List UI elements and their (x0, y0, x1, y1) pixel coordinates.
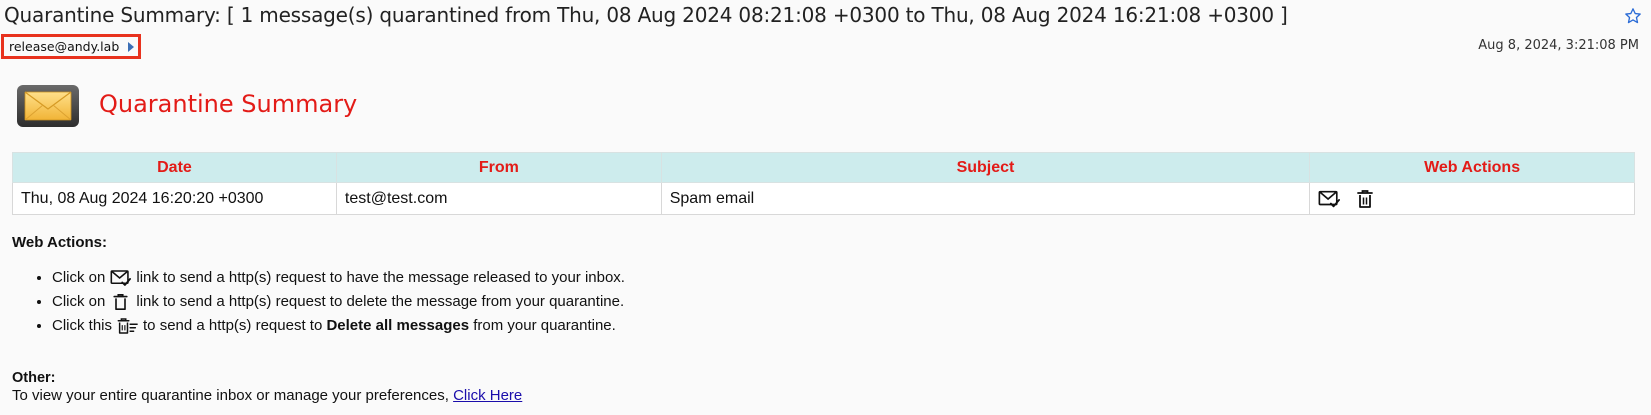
delete-all-icon (117, 318, 138, 334)
header-from: From (335, 152, 662, 183)
other-heading: Other: (12, 370, 56, 386)
other-description: To view your entire quarantine inbox or … (12, 387, 449, 404)
release-icon[interactable] (1318, 189, 1341, 209)
cell-from: test@test.com (335, 182, 662, 215)
star-icon[interactable] (1624, 7, 1642, 25)
trash-icon[interactable] (1354, 189, 1376, 209)
list-item: Click on link to send a http(s) request … (52, 266, 625, 290)
item-text-tail: from your quarantine. (473, 317, 616, 334)
cell-subject: Spam email (660, 182, 1311, 215)
trash-icon (113, 294, 128, 311)
cell-date: Thu, 08 Aug 2024 16:20:20 +0300 (12, 182, 337, 215)
email-subject: Quarantine Summary: [ 1 message(s) quara… (4, 3, 1288, 27)
sender-email[interactable]: release@andy.lab (9, 39, 119, 54)
release-icon (110, 270, 132, 286)
list-item: Click this to send a http(s) request to … (52, 314, 625, 338)
cell-actions (1309, 182, 1635, 215)
item-text-before: Click on (52, 293, 106, 310)
sender-highlight[interactable]: release@andy.lab (1, 34, 141, 59)
item-text-after: link to send a http(s) request to have t… (136, 269, 625, 286)
quarantine-table: Date From Subject Web Actions Thu, 08 Au… (12, 152, 1635, 215)
click-here-link[interactable]: Click Here (453, 387, 522, 404)
email-date: Aug 8, 2024, 3:21:08 PM (1478, 38, 1639, 53)
web-actions-list: Click on link to send a http(s) request … (52, 266, 625, 338)
header-date: Date (12, 152, 337, 183)
table-row: Thu, 08 Aug 2024 16:20:20 +0300 test@tes… (12, 182, 1635, 215)
web-actions-heading: Web Actions: (12, 234, 108, 251)
header-web-actions: Web Actions (1309, 152, 1635, 183)
quarantine-summary-title: Quarantine Summary (99, 90, 358, 118)
item-text-before: Click this (52, 317, 113, 334)
other-text: To view your entire quarantine inbox or … (12, 387, 522, 404)
item-text-after: to send a http(s) request to (143, 317, 323, 334)
list-item: Click on link to send a http(s) request … (52, 290, 625, 314)
envelope-logo-icon (17, 85, 79, 127)
caret-right-icon[interactable] (127, 41, 135, 52)
header-subject: Subject (660, 152, 1311, 183)
item-text-after: link to send a http(s) request to delete… (136, 293, 625, 310)
item-text-before: Click on (52, 269, 106, 286)
delete-all-bold: Delete all messages (326, 317, 470, 334)
